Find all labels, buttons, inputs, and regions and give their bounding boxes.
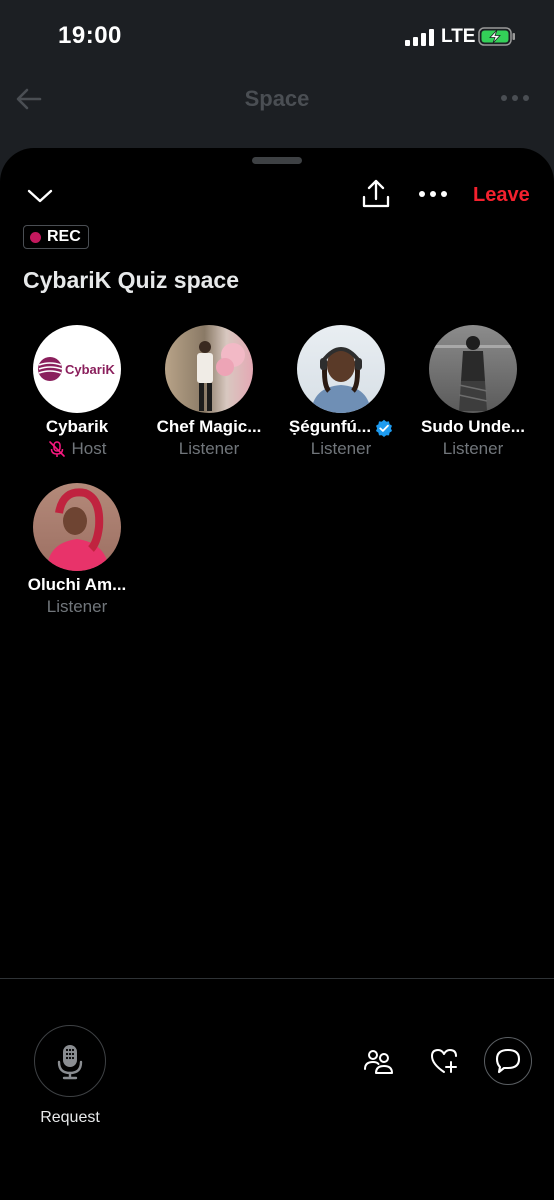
- participant-name: Oluchi Am...: [27, 575, 127, 594]
- participant-oluchi[interactable]: Oluchi Am... Listener: [11, 483, 143, 616]
- role-label: Host: [71, 439, 107, 458]
- chat-button[interactable]: [484, 1037, 532, 1085]
- participant-name: Cybarik: [45, 417, 109, 436]
- battery-charging-icon: [478, 27, 515, 46]
- microphone-icon: [57, 1044, 82, 1079]
- bottom-divider: [0, 978, 554, 979]
- avatar[interactable]: [297, 325, 385, 413]
- avatar[interactable]: [165, 325, 253, 413]
- chat-bubble-icon: [495, 1048, 520, 1073]
- participant-role: Listener: [46, 597, 108, 616]
- participant-cybarik[interactable]: CybariK Cybarik Host: [11, 325, 143, 458]
- verified-badge-icon: [376, 419, 393, 437]
- participant-sudo-unde[interactable]: Sudo Unde... Listener: [407, 325, 539, 458]
- participant-name: Chef Magic...: [156, 417, 262, 436]
- heart-plus-icon[interactable]: [428, 1045, 460, 1077]
- background-title: Space: [244, 86, 310, 111]
- avatar[interactable]: [33, 483, 121, 571]
- background-nav: Space: [0, 74, 554, 124]
- avatar-photo: [197, 341, 245, 411]
- svg-text:CybariK: CybariK: [65, 362, 115, 377]
- participant-segunfu[interactable]: Ṣégunfú... Listener: [275, 325, 407, 458]
- status-bar: 19:00 LTE: [0, 0, 554, 74]
- request-label[interactable]: Request: [20, 1109, 120, 1127]
- rec-label: REC: [47, 228, 81, 245]
- avatar[interactable]: CybariK: [33, 325, 121, 413]
- cybarik-logo-icon: CybariK: [38, 357, 115, 381]
- participant-role: Host: [11, 439, 143, 459]
- avatar[interactable]: [429, 325, 517, 413]
- people-icon[interactable]: [362, 1045, 394, 1077]
- signal-bars-icon: [405, 28, 435, 46]
- request-mic-button[interactable]: [34, 1025, 106, 1097]
- space-sheet: Leave REC CybariK Quiz space CybariK Cyb…: [0, 148, 554, 1200]
- mic-muted-icon: [48, 441, 65, 457]
- participant-name: Ṣégunfú...: [275, 417, 407, 437]
- participant-name: Sudo Unde...: [421, 417, 525, 436]
- more-icon[interactable]: [498, 88, 532, 108]
- participant-name-text: Ṣégunfú...: [288, 417, 372, 436]
- participant-role: Listener: [178, 439, 240, 458]
- avatar-photo: [47, 488, 109, 571]
- leave-button[interactable]: Leave: [473, 184, 530, 207]
- recording-badge: REC: [23, 225, 89, 249]
- rec-dot-icon: [30, 231, 41, 243]
- avatar-photo: [429, 336, 517, 411]
- participant-chef-magic[interactable]: Chef Magic... Listener: [143, 325, 275, 458]
- space-title: CybariK Quiz space: [23, 267, 240, 293]
- share-icon[interactable]: [361, 178, 391, 210]
- chevron-down-icon[interactable]: [26, 183, 54, 207]
- participant-role: Listener: [310, 439, 372, 458]
- participant-role: Listener: [442, 439, 504, 458]
- avatar-photo: [311, 347, 371, 413]
- network-label: LTE: [441, 26, 476, 47]
- sheet-grabber[interactable]: [252, 157, 302, 164]
- status-time: 19:00: [58, 22, 122, 49]
- more-icon[interactable]: [418, 186, 448, 202]
